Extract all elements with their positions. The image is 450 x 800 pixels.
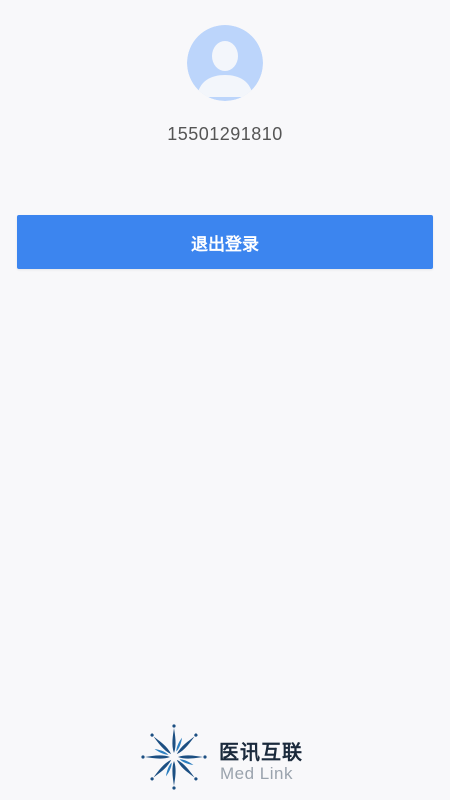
- starburst-logo-icon: [141, 724, 207, 790]
- user-avatar-placeholder-icon: [187, 25, 263, 101]
- avatar[interactable]: [187, 25, 263, 101]
- logout-button[interactable]: 退出登录: [17, 215, 433, 269]
- phone-number: 15501291810: [167, 124, 283, 144]
- brand-name-chinese: 医讯互联: [219, 740, 303, 764]
- brand-footer: 医讯互联 Med Link: [137, 722, 317, 792]
- brand-name-english: Med Link: [220, 764, 293, 783]
